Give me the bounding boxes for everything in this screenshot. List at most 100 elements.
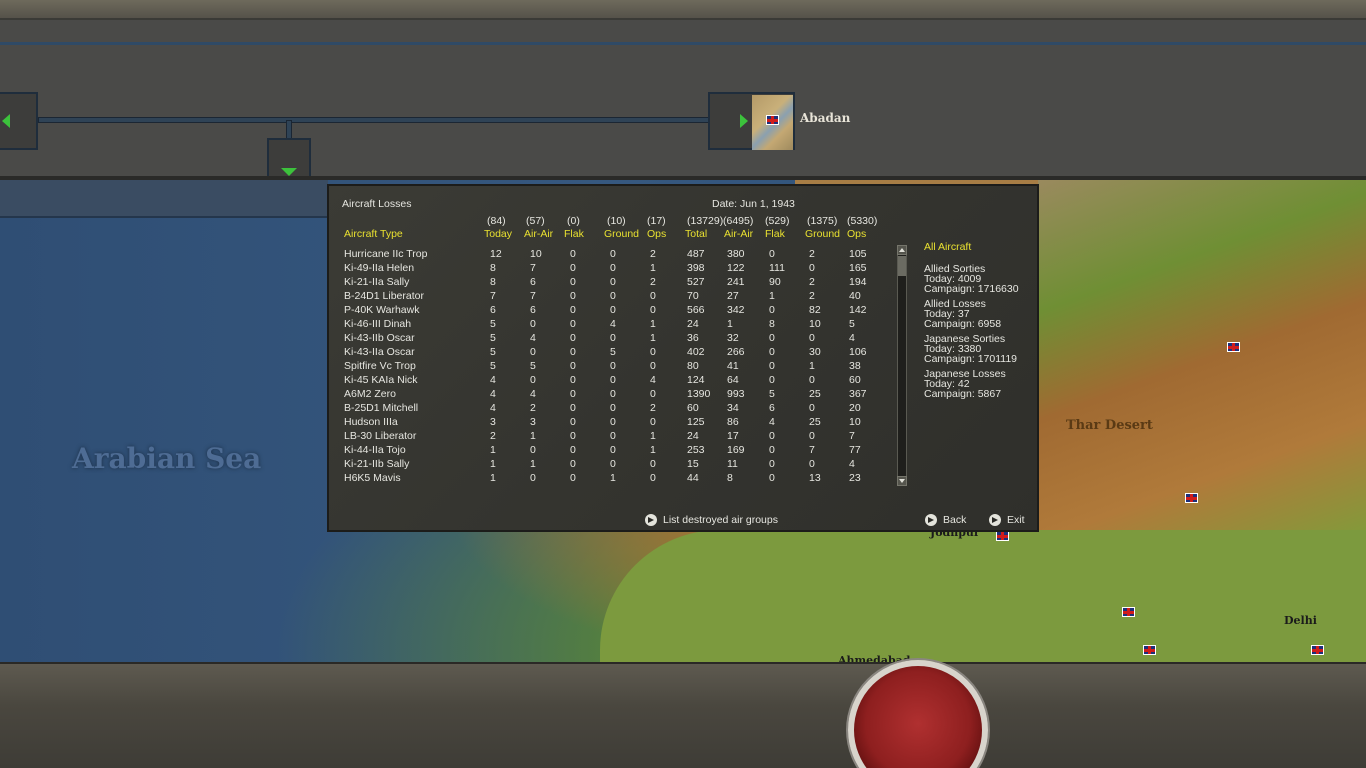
value-cell: 0 — [570, 304, 576, 316]
dialog-title: Aircraft Losses — [342, 198, 412, 210]
header-total: (529) — [765, 215, 790, 227]
table-row[interactable]: LB-30 Liberator 2 1 0 0 1 24 17 0 0 7 — [329, 430, 889, 444]
aircraft-type-cell: Hudson IIIa — [344, 416, 398, 428]
value-cell: 0 — [809, 332, 815, 344]
table-row[interactable]: B-24D1 Liberator 7 7 0 0 0 70 27 1 2 40 — [329, 290, 889, 304]
aircraft-type-cell: LB-30 Liberator — [344, 430, 417, 442]
table-row[interactable]: Ki-45 KAIa Nick 4 0 0 0 4 124 64 0 0 60 — [329, 374, 889, 388]
value-cell: 0 — [650, 346, 656, 358]
table-row[interactable]: A6M2 Zero 4 4 0 0 0 1390 993 5 25 367 — [329, 388, 889, 402]
value-cell: 0 — [610, 276, 616, 288]
dialog-date: Date: Jun 1, 1943 — [712, 198, 795, 210]
table-row[interactable]: Ki-21-IIb Sally 1 1 0 0 0 15 11 0 0 4 — [329, 458, 889, 472]
value-cell: 1 — [727, 318, 733, 330]
value-cell: 2 — [809, 248, 815, 260]
table-row[interactable]: Hurricane IIc Trop 12 10 0 0 2 487 380 0 2 105 — [329, 248, 889, 262]
uk-flag-icon[interactable] — [996, 531, 1009, 541]
table-row[interactable]: Hudson IIIa 3 3 0 0 0 125 86 4 25 10 — [329, 416, 889, 430]
value-cell: 7 — [849, 430, 855, 442]
table-row[interactable]: Ki-49-IIa Helen 8 7 0 0 1 398 122 111 0 165 — [329, 262, 889, 276]
value-cell: 0 — [530, 472, 536, 484]
value-cell: 0 — [610, 430, 616, 442]
scrollbar[interactable] — [897, 245, 907, 486]
value-cell: 0 — [570, 248, 576, 260]
uk-flag-icon[interactable] — [1185, 493, 1198, 503]
header-label: Air-Air — [724, 228, 754, 240]
value-cell: 10 — [530, 248, 542, 260]
value-cell: 0 — [650, 304, 656, 316]
uk-flag-icon[interactable] — [1122, 607, 1135, 617]
value-cell: 2 — [650, 276, 656, 288]
value-cell: 566 — [687, 304, 705, 316]
scroll-thumb[interactable] — [898, 256, 906, 276]
list-destroyed-button[interactable]: List destroyed air groups — [645, 514, 778, 526]
value-cell: 5 — [849, 318, 855, 330]
value-cell: 0 — [650, 458, 656, 470]
value-cell: 0 — [769, 346, 775, 358]
value-cell: 398 — [687, 262, 705, 274]
value-cell: 25 — [809, 388, 821, 400]
scroll-up-icon[interactable] — [897, 245, 907, 255]
value-cell: 4 — [769, 416, 775, 428]
header-total: (17) — [647, 215, 666, 227]
desert-label: Thar Desert — [1066, 418, 1153, 433]
filter-all-aircraft[interactable]: All Aircraft — [924, 242, 971, 253]
uk-flag-icon[interactable] — [1227, 342, 1240, 352]
bottom-bar — [0, 662, 1366, 768]
value-cell: 40 — [849, 290, 861, 302]
uk-flag-icon[interactable] — [1311, 645, 1324, 655]
sea-panel — [0, 180, 328, 218]
nav-node-down[interactable] — [267, 138, 311, 180]
value-cell: 30 — [809, 346, 821, 358]
nav-node-abadan[interactable] — [708, 92, 795, 150]
value-cell: 0 — [809, 458, 815, 470]
table-row[interactable]: H6K5 Mavis 1 0 0 1 0 44 8 0 13 23 — [329, 472, 889, 486]
table-row[interactable]: P-40K Warhawk 6 6 0 0 0 566 342 0 82 142 — [329, 304, 889, 318]
value-cell: 1 — [650, 430, 656, 442]
table-row[interactable]: B-25D1 Mitchell 4 2 0 0 2 60 34 6 0 20 — [329, 402, 889, 416]
value-cell: 5 — [490, 318, 496, 330]
value-cell: 4 — [530, 332, 536, 344]
scroll-down-icon[interactable] — [897, 476, 907, 486]
uk-flag-icon[interactable] — [1143, 645, 1156, 655]
value-cell: 0 — [650, 388, 656, 400]
arrow-circle-icon — [989, 514, 1001, 526]
value-cell: 6 — [530, 276, 536, 288]
arrow-left-icon[interactable] — [2, 114, 10, 128]
table-row[interactable]: Ki-46-III Dinah 5 0 0 4 1 24 1 8 10 5 — [329, 318, 889, 332]
value-cell: 5 — [490, 346, 496, 358]
value-cell: 266 — [727, 346, 745, 358]
value-cell: 0 — [570, 444, 576, 456]
aircraft-type-cell: Ki-21-IIb Sally — [344, 458, 410, 470]
base-map-tile — [752, 95, 793, 150]
aircraft-type-cell: Spitfire Vc Trop — [344, 360, 416, 372]
value-cell: 4 — [849, 458, 855, 470]
value-cell: 0 — [769, 444, 775, 456]
value-cell: 8 — [769, 318, 775, 330]
arrow-right-icon[interactable] — [740, 114, 748, 128]
table-row[interactable]: Ki-43-IIb Oscar 5 4 0 0 1 36 32 0 0 4 — [329, 332, 889, 346]
exit-button[interactable]: Exit — [989, 514, 1025, 526]
value-cell: 2 — [650, 248, 656, 260]
value-cell: 0 — [769, 430, 775, 442]
value-cell: 0 — [570, 430, 576, 442]
table-row[interactable]: Ki-44-IIa Tojo 1 0 0 0 1 253 169 0 7 77 — [329, 444, 889, 458]
table-row[interactable]: Ki-21-IIa Sally 8 6 0 0 2 527 241 90 2 194 — [329, 276, 889, 290]
aircraft-type-cell: P-40K Warhawk — [344, 304, 420, 316]
nav-node-left[interactable] — [0, 92, 38, 150]
header-total: (5330) — [847, 215, 878, 227]
value-cell: 4 — [490, 402, 496, 414]
value-cell: 0 — [769, 472, 775, 484]
value-cell: 24 — [687, 318, 699, 330]
value-cell: 0 — [610, 444, 616, 456]
value-cell: 0 — [570, 360, 576, 372]
value-cell: 0 — [570, 262, 576, 274]
value-cell: 527 — [687, 276, 705, 288]
table-row[interactable]: Ki-43-IIa Oscar 5 0 0 5 0 402 266 0 30 106 — [329, 346, 889, 360]
arrow-down-icon[interactable] — [281, 168, 297, 176]
back-button[interactable]: Back — [925, 514, 966, 526]
header-label: Flak — [765, 228, 785, 240]
value-cell: 0 — [610, 458, 616, 470]
table-row[interactable]: Spitfire Vc Trop 5 5 0 0 0 80 41 0 1 38 — [329, 360, 889, 374]
value-cell: 0 — [610, 304, 616, 316]
